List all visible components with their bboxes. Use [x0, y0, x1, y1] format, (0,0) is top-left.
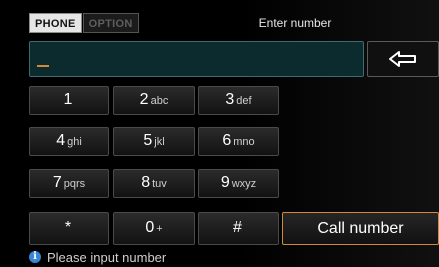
key-digit: 3 [225, 91, 235, 108]
key-letters: + [156, 223, 163, 235]
key-2[interactable]: 2 abc [113, 86, 195, 115]
key-star[interactable]: * [29, 212, 109, 245]
backspace-arrow-icon [389, 51, 416, 67]
status-bar: i Please input number [29, 248, 166, 266]
key-digit: 1 [63, 91, 73, 108]
key-7[interactable]: 7 pqrs [29, 169, 109, 198]
tab-bar: PHONE OPTION [29, 13, 139, 33]
status-message: Please input number [47, 249, 167, 265]
key-digit: * [64, 219, 72, 236]
key-digit: 7 [52, 174, 62, 191]
key-0[interactable]: 0 + [113, 212, 195, 245]
key-digit: 4 [56, 132, 66, 149]
key-6[interactable]: 6 mno [198, 127, 279, 156]
key-8[interactable]: 8 tuv [113, 169, 195, 198]
key-digit: 8 [141, 174, 151, 191]
key-digit: 2 [139, 91, 149, 108]
key-digit: 5 [143, 132, 153, 149]
page-title: Enter number [258, 16, 332, 30]
key-digit: 0 [145, 219, 155, 236]
key-digit: 6 [222, 132, 232, 149]
key-digit: 9 [220, 174, 230, 191]
key-9[interactable]: 9 wxyz [198, 169, 279, 198]
key-letters: pqrs [63, 178, 86, 190]
key-digit: # [233, 219, 242, 236]
key-3[interactable]: 3 def [198, 86, 279, 115]
phone-dial-screen: PHONE OPTION Enter number 1 2 abc 3 def … [0, 0, 439, 267]
tab-phone[interactable]: PHONE [29, 13, 82, 33]
key-4[interactable]: 4 ghi [29, 127, 109, 156]
key-letters: jkl [154, 136, 165, 148]
backspace-button[interactable] [367, 41, 439, 77]
info-icon: i [29, 251, 41, 263]
key-letters: tuv [152, 178, 167, 190]
key-letters: abc [150, 95, 169, 107]
key-letters: wxyz [231, 178, 257, 190]
key-1[interactable]: 1 [29, 86, 109, 115]
call-number-button[interactable]: Call number [282, 212, 439, 245]
key-letters: def [236, 95, 252, 107]
key-5[interactable]: 5 jkl [113, 127, 195, 156]
key-hash[interactable]: # [198, 212, 279, 245]
tab-option[interactable]: OPTION [82, 13, 139, 33]
key-letters: mno [233, 136, 255, 148]
key-letters: ghi [67, 136, 82, 148]
number-input[interactable] [29, 41, 364, 77]
text-cursor [37, 65, 49, 67]
